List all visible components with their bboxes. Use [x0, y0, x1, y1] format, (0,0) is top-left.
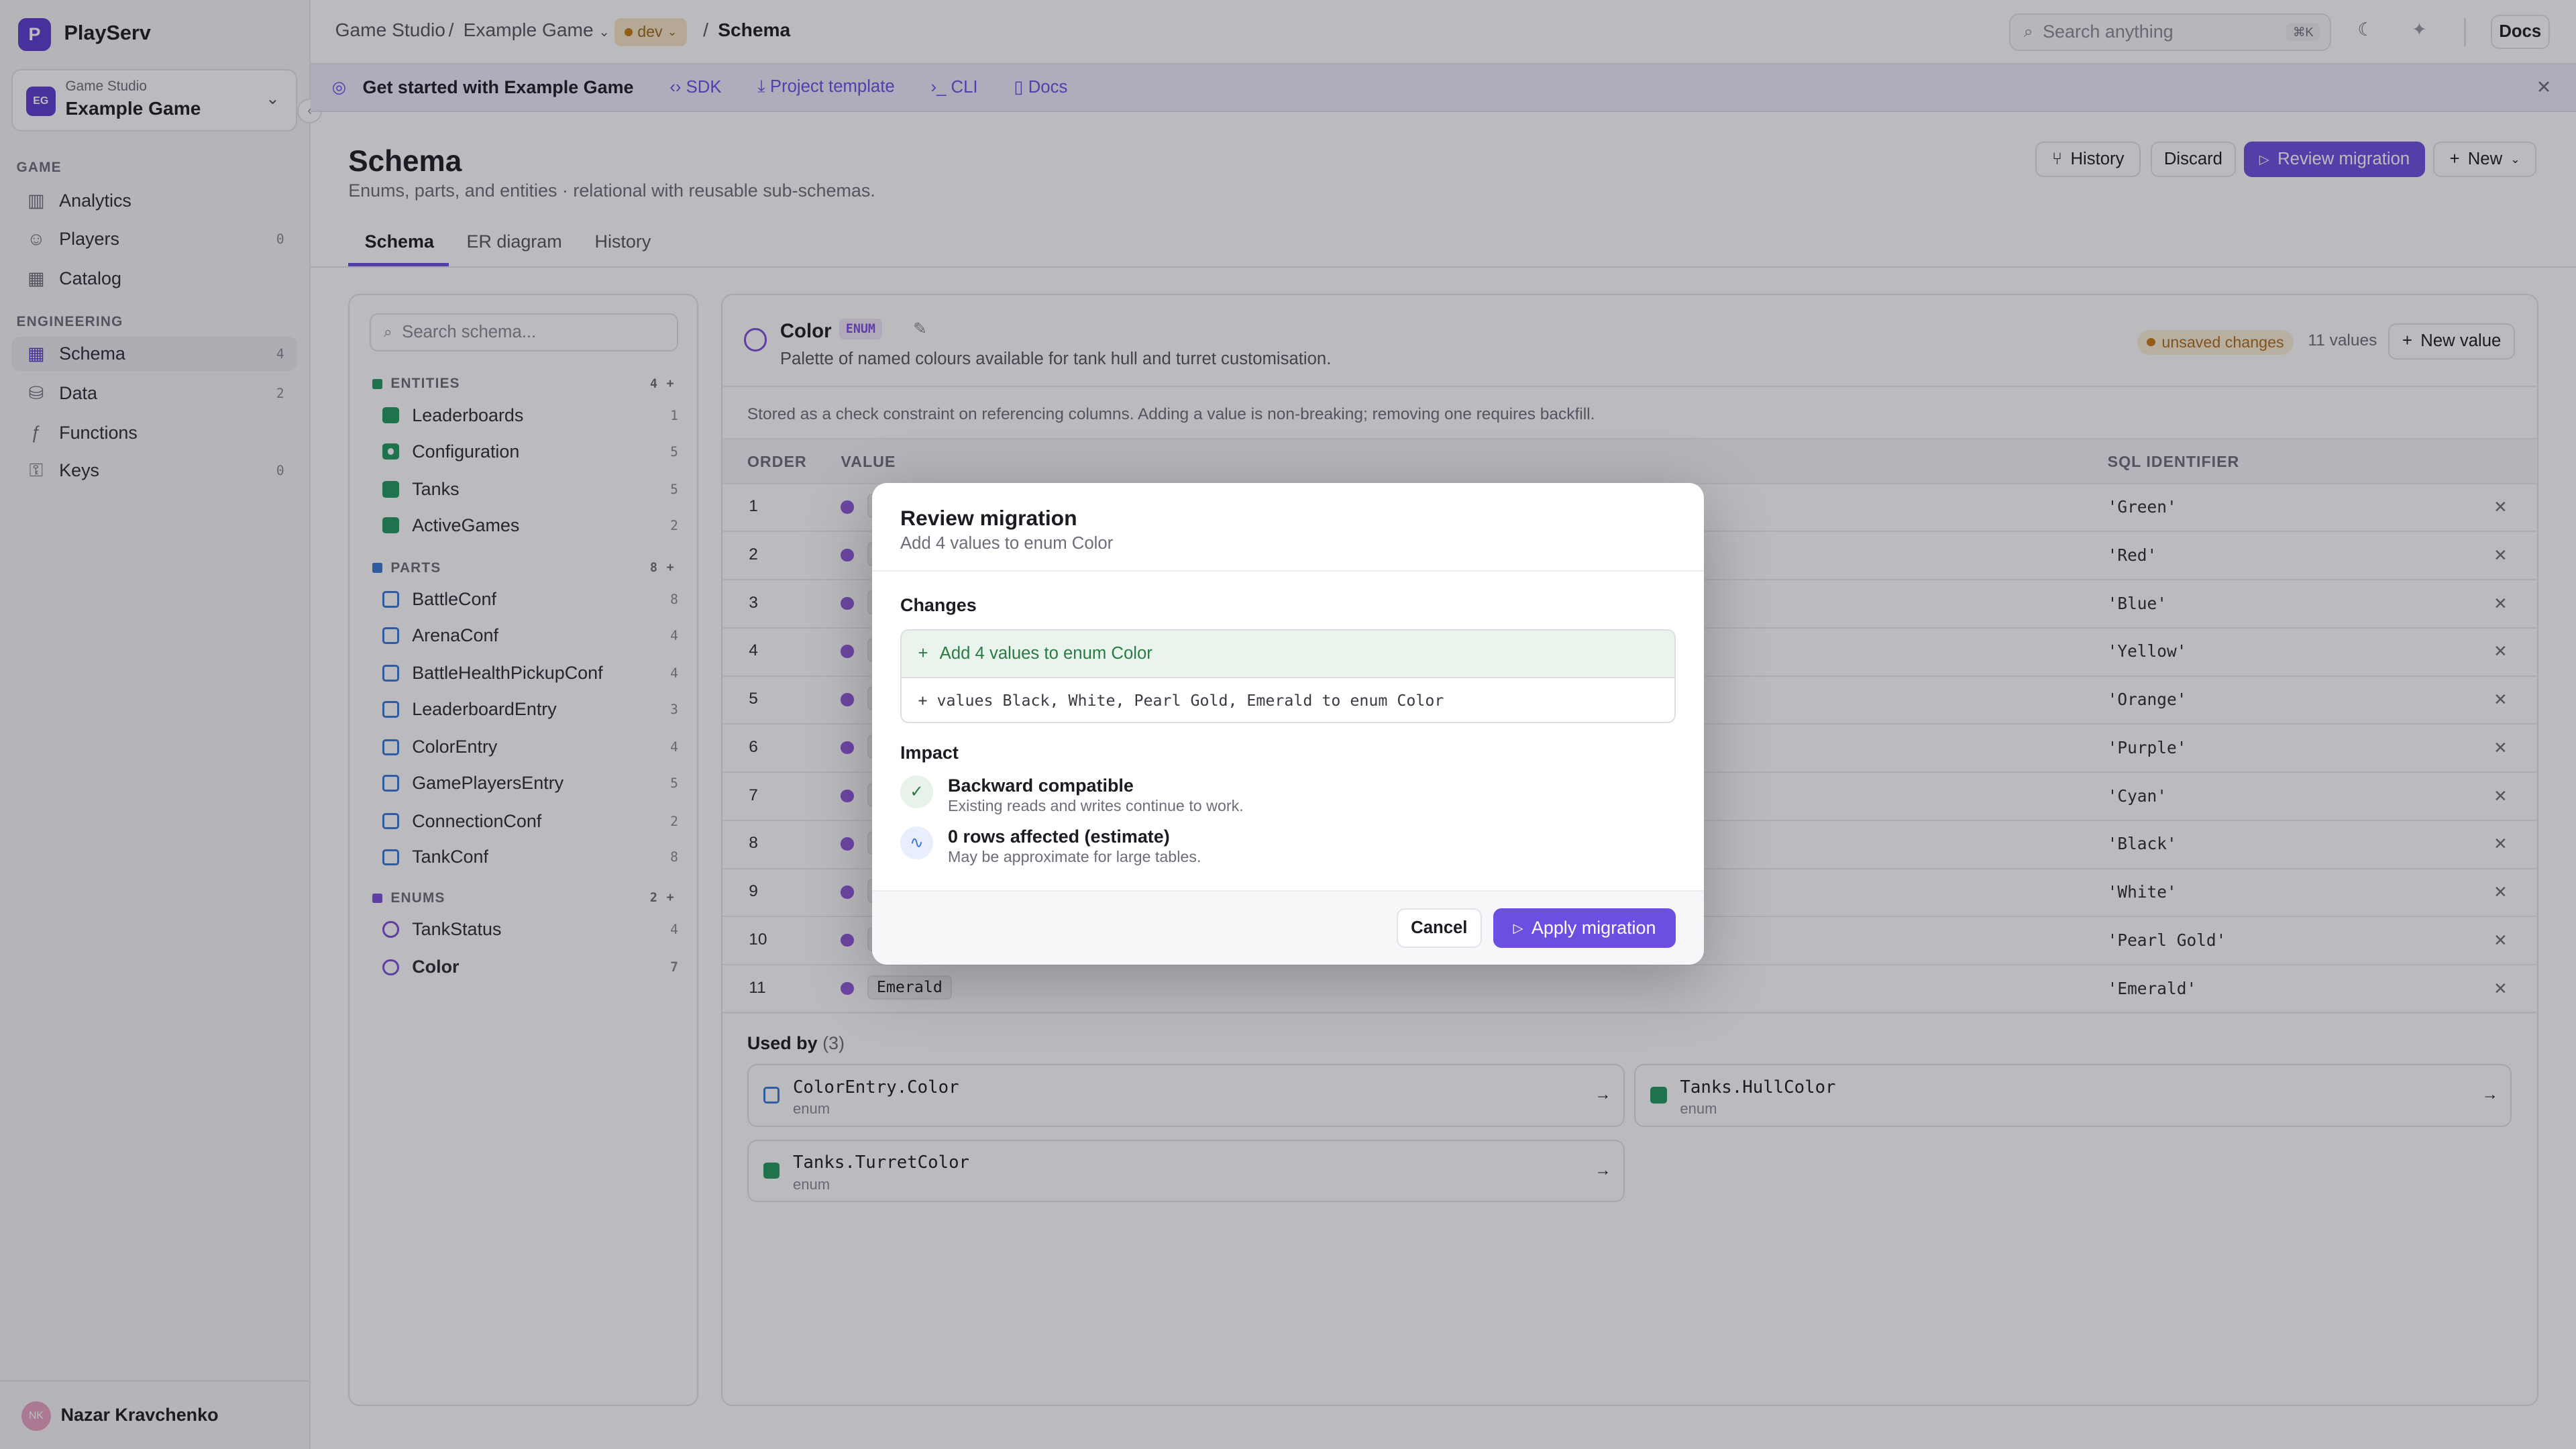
change-detail: + values Black, White, Pearl Gold, Emera… [918, 691, 1444, 710]
cancel-button[interactable]: Cancel [1396, 908, 1482, 949]
dialog-subtitle: Add 4 values to enum Color [900, 533, 1114, 553]
activity-icon: ∿ [900, 826, 933, 859]
review-migration-dialog: Review migration Add 4 values to enum Co… [872, 483, 1704, 965]
change-summary-text: Add 4 values to enum Color [939, 643, 1152, 663]
plus-icon: + [918, 643, 928, 663]
changes-heading: Changes [900, 594, 977, 615]
changes-box: + Add 4 values to enum Color + values Bla… [900, 629, 1676, 723]
impact-title: Backward compatible [948, 775, 1134, 796]
check-icon: ✓ [900, 775, 933, 808]
apply-label: Apply migration [1531, 918, 1656, 938]
impact-title: 0 rows affected (estimate) [948, 826, 1170, 847]
change-summary: + Add 4 values to enum Color [902, 630, 1674, 678]
impact-heading: Impact [900, 742, 959, 763]
impact-description: Existing reads and writes continue to wo… [948, 796, 1244, 814]
apply-migration-button[interactable]: ▷ Apply migration [1493, 908, 1676, 949]
play-icon: ▷ [1513, 920, 1523, 936]
dialog-title: Review migration [900, 506, 1077, 531]
divider [872, 570, 1704, 572]
impact-description: May be approximate for large tables. [948, 847, 1201, 865]
cancel-label: Cancel [1411, 918, 1468, 938]
